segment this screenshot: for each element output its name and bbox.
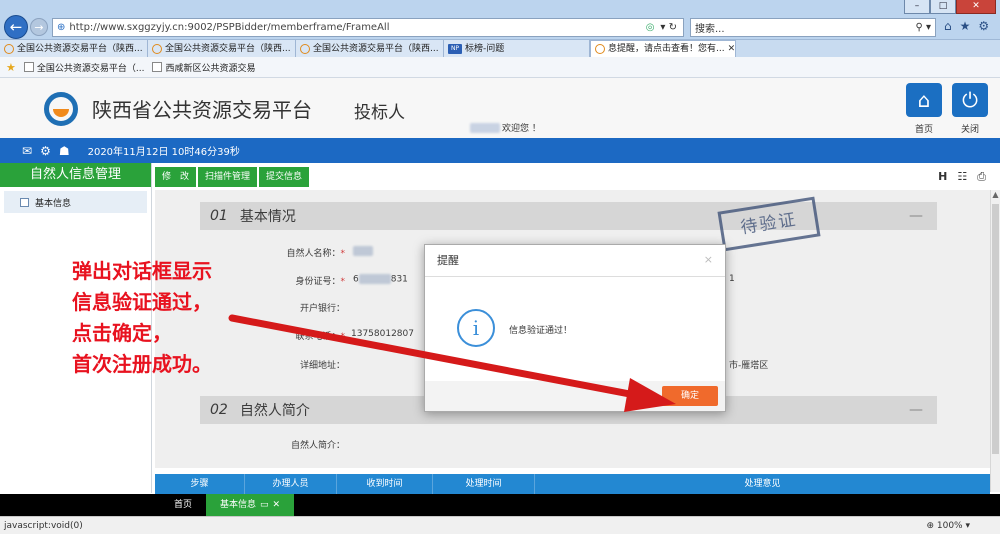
annotation-arrow	[228, 314, 676, 412]
arrow-head	[624, 378, 676, 412]
arrow-shaft	[228, 314, 644, 400]
